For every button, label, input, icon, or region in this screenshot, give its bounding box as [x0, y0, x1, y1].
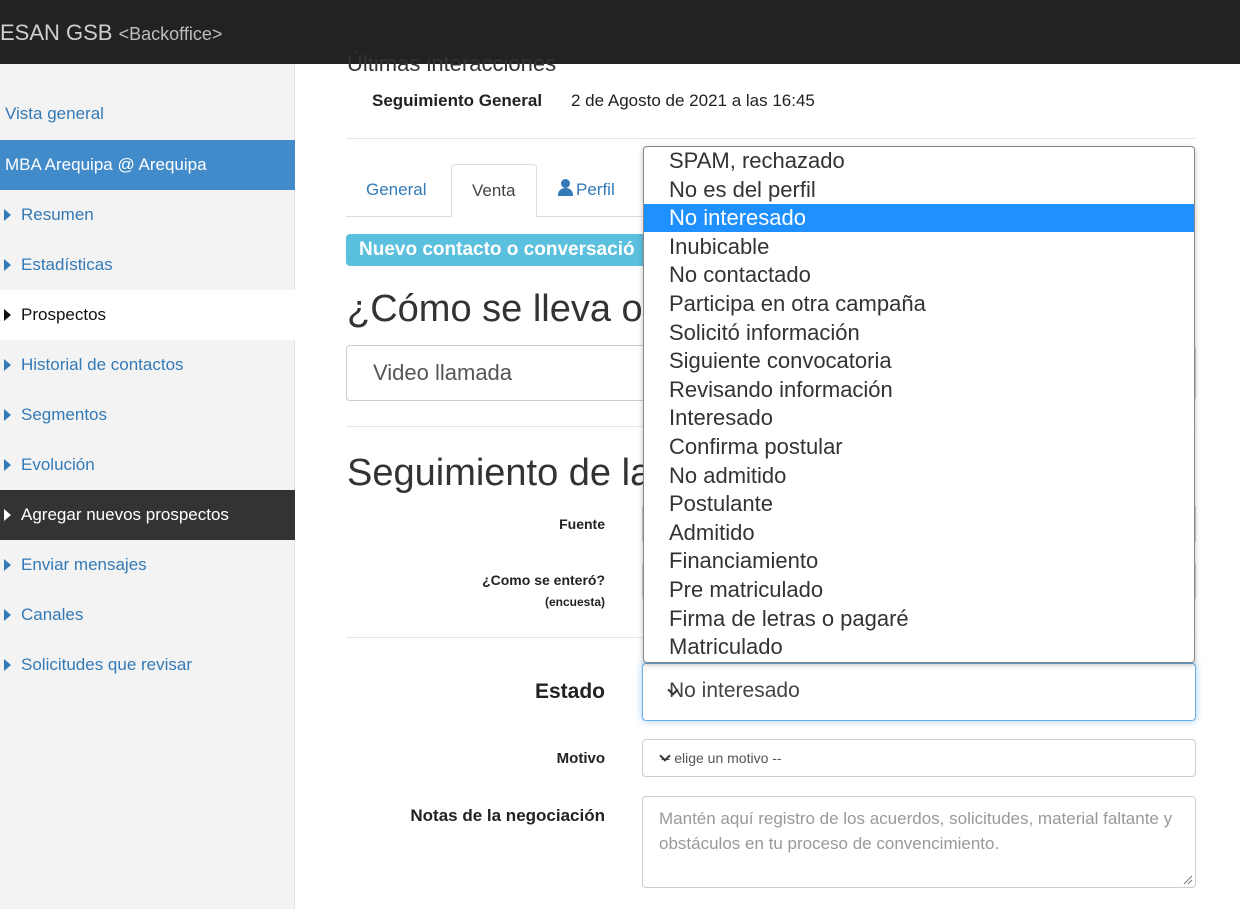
brand[interactable]: ESAN GSB <Backoffice> [0, 20, 222, 46]
caret-right-icon [4, 309, 11, 321]
estado-dropdown-list: SPAM, rechazado No es del perfil No intere… [643, 146, 1195, 663]
dropdown-option[interactable]: Siguiente convocatoria [644, 347, 1194, 375]
tab-general[interactable]: General [346, 164, 446, 217]
dropdown-option[interactable]: Participa en otra campaña [644, 290, 1194, 318]
motivo-select[interactable]: -- elige un motivo -- [642, 739, 1196, 777]
caret-right-icon [4, 359, 11, 371]
como-se-entero-label: ¿Como se enteró? [482, 572, 605, 588]
top-navbar: ESAN GSB <Backoffice> [0, 0, 1240, 64]
dropdown-option[interactable]: No admitido [644, 462, 1194, 490]
interaction-label: Seguimiento General [372, 91, 543, 110]
dropdown-option[interactable]: No interesado [644, 204, 1194, 233]
encuesta-note: (encuesta) [544, 595, 605, 609]
sidebar-item-historial[interactable]: Historial de contactos [0, 340, 295, 390]
sidebar-item-enviar-mensajes[interactable]: Enviar mensajes [0, 540, 295, 590]
sidebar-item-evolucion[interactable]: Evolución [0, 440, 295, 490]
dropdown-option[interactable]: Inubicable [644, 233, 1194, 261]
dropdown-option[interactable]: Matriculado [644, 633, 1194, 661]
motivo-label: Motivo [556, 750, 605, 767]
sidebar-item-label: Segmentos [21, 405, 107, 424]
info-badge: Nuevo contacto o conversació [346, 234, 656, 266]
dropdown-option[interactable]: Admitido [644, 519, 1194, 547]
interactions-heading: Últimas interacciones [347, 51, 557, 76]
dropdown-option[interactable]: SPAM, rechazado [644, 147, 1194, 175]
notas-textarea[interactable] [642, 796, 1196, 888]
caret-right-icon [4, 409, 11, 421]
dropdown-option[interactable]: Revisando información [644, 376, 1194, 404]
sidebar-item-resumen[interactable]: Resumen [0, 190, 295, 240]
sidebar-item-prospectos[interactable]: Prospectos [0, 290, 295, 340]
estado-label: Estado [534, 680, 605, 703]
dropdown-option[interactable]: No contactado [644, 261, 1194, 289]
brand-subtitle: <Backoffice> [118, 24, 223, 44]
motivo-value: -- elige un motivo -- [661, 750, 782, 766]
tab-perfil[interactable]: Perfil [537, 164, 635, 217]
caret-right-icon [4, 509, 11, 521]
sidebar-item-label: Estadísticas [21, 255, 113, 274]
resize-grip-icon[interactable] [1181, 873, 1193, 885]
sidebar-item-program[interactable]: MBA Arequipa @ Arequipa [0, 140, 295, 190]
dropdown-option[interactable]: Financiamiento [644, 547, 1194, 575]
dropdown-option[interactable]: Postulante [644, 490, 1194, 518]
caret-right-icon [4, 609, 11, 621]
brand-name: ESAN GSB [0, 20, 113, 45]
caret-right-icon [4, 459, 11, 471]
sidebar-item-solicitudes[interactable]: Solicitudes que revisar [0, 640, 295, 690]
estado-value: No interesado [669, 679, 800, 702]
sidebar-item-label: MBA Arequipa @ Arequipa [5, 155, 207, 174]
tab-venta[interactable]: Venta [451, 164, 537, 218]
channel-heading: ¿Cómo se lleva o [347, 288, 643, 330]
tab-label: Venta [472, 181, 516, 200]
sidebar-item-vista-general[interactable]: Vista general [0, 89, 295, 139]
interaction-date: 2 de Agosto de 2021 a las 16:45 [571, 91, 815, 110]
caret-right-icon [4, 659, 11, 671]
seguimiento-heading: Seguimiento de la [347, 452, 652, 494]
fuente-label: Fuente [559, 516, 605, 532]
dropdown-option[interactable]: Pre matriculado [644, 576, 1194, 604]
sidebar-item-label: Agregar nuevos prospectos [21, 505, 229, 524]
estado-select[interactable]: No interesado [642, 663, 1196, 721]
dropdown-option[interactable]: No es del perfil [644, 176, 1194, 204]
dropdown-option[interactable]: Solicitó información [644, 319, 1194, 347]
tab-label: General [366, 180, 427, 199]
divider [346, 138, 1196, 139]
sidebar-item-estadisticas[interactable]: Estadísticas [0, 240, 295, 290]
sidebar-item-label: Evolución [21, 455, 95, 474]
sidebar-item-label: Canales [21, 605, 84, 624]
caret-right-icon [4, 259, 11, 271]
dropdown-option[interactable]: Firma de letras o pagaré [644, 605, 1194, 633]
sidebar: Vista general MBA Arequipa @ Arequipa Re… [0, 64, 295, 909]
sidebar-item-canales[interactable]: Canales [0, 590, 295, 640]
sidebar-item-label: Historial de contactos [21, 355, 184, 374]
sidebar-item-segmentos[interactable]: Segmentos [0, 390, 295, 440]
caret-right-icon [4, 209, 11, 221]
sidebar-item-label: Solicitudes que revisar [21, 655, 193, 674]
sidebar-item-label: Vista general [5, 104, 104, 123]
tab-label: Perfil [576, 180, 615, 199]
dropdown-option[interactable]: Confirma postular [644, 433, 1194, 461]
notas-label: Notas de la negociación [410, 806, 605, 825]
sidebar-item-label: Prospectos [21, 305, 107, 324]
dropdown-option[interactable]: Interesado [644, 404, 1194, 432]
channel-value: Video llamada [373, 360, 513, 385]
sidebar-item-label: Resumen [21, 205, 94, 224]
user-icon [557, 179, 573, 196]
sidebar-item-agregar-prospectos[interactable]: Agregar nuevos prospectos [0, 490, 295, 540]
sidebar-item-label: Enviar mensajes [21, 555, 147, 574]
caret-right-icon [4, 559, 11, 571]
